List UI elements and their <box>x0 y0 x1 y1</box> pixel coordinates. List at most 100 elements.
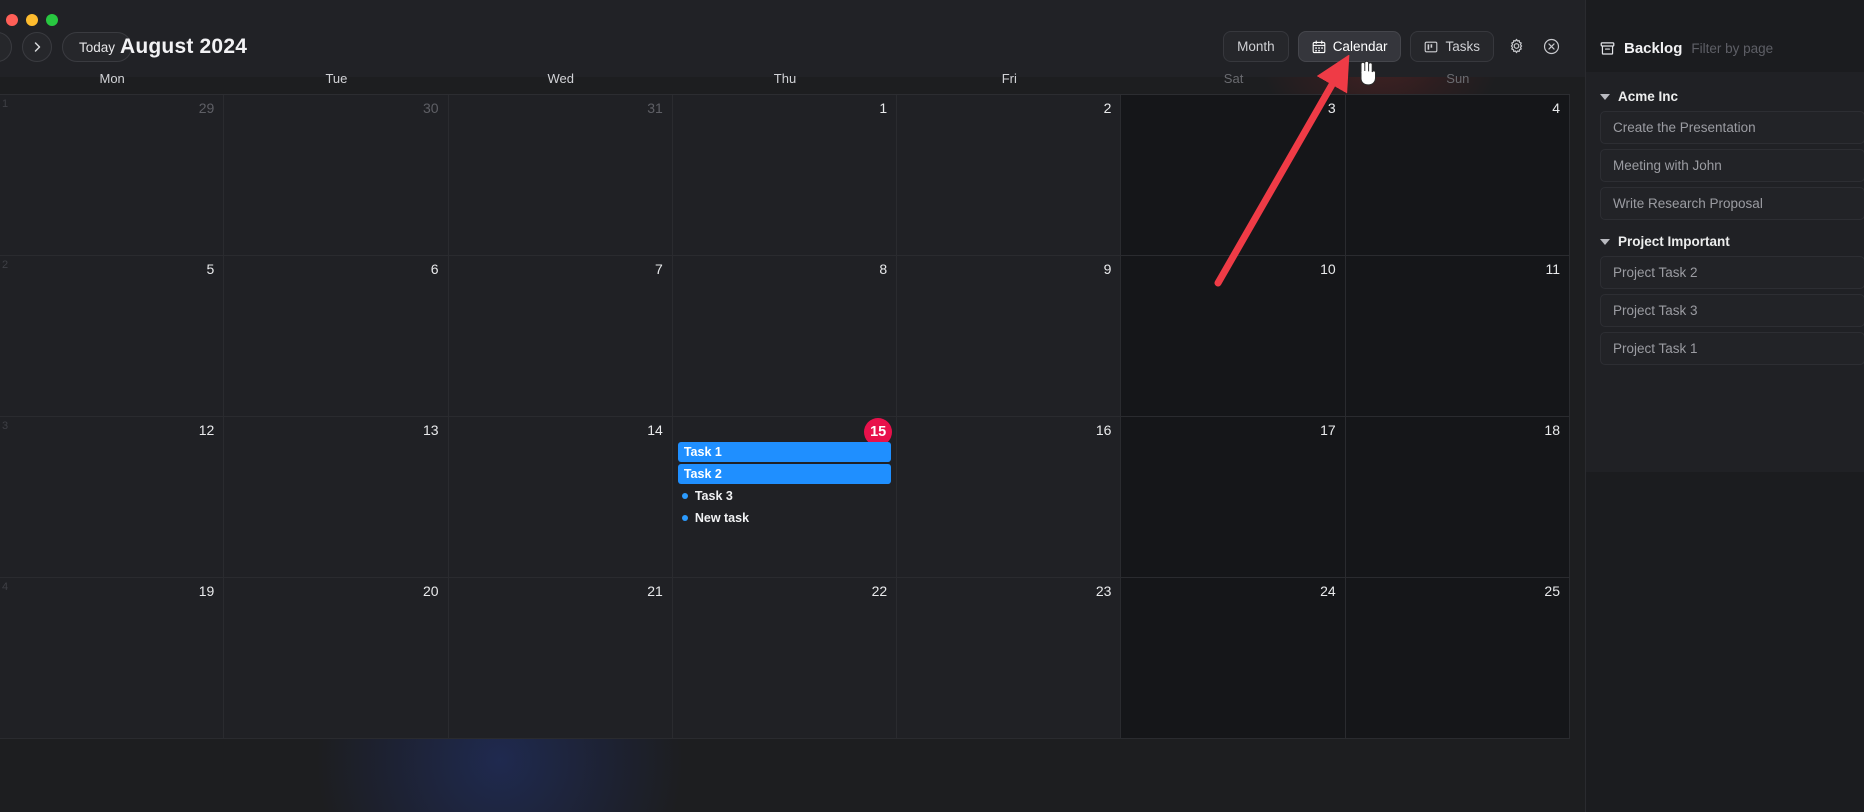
day-number: 2 <box>1103 100 1112 116</box>
day-number: 22 <box>871 583 888 599</box>
day-number: 18 <box>1544 422 1560 438</box>
calendar-day-cell[interactable]: 31 <box>448 95 673 256</box>
calendar-icon <box>1312 39 1326 53</box>
calendar-day-cell[interactable]: 25 <box>1345 578 1570 739</box>
calendar-day-cell[interactable]: 18 <box>1345 417 1570 578</box>
calendar-day-cell[interactable]: 10 <box>1121 256 1346 417</box>
calendar-day-cell[interactable]: 6 <box>224 256 449 417</box>
calendar-day-cell[interactable]: 1 <box>672 95 898 256</box>
calendar-day-cell[interactable]: 30 <box>224 95 449 256</box>
backlog-group-header[interactable]: Acme Inc <box>1586 80 1864 111</box>
weekday-label-tue: Tue <box>325 70 348 86</box>
day-number: 12 <box>198 422 215 438</box>
calendar-day-cell[interactable]: 11 <box>1345 256 1570 417</box>
day-number: 21 <box>647 583 663 599</box>
calendar-day-cell[interactable]: 4 <box>1345 95 1570 256</box>
view-month-button[interactable]: Month <box>1223 31 1289 62</box>
day-number: 13 <box>422 422 439 438</box>
weekday-label-fri: Fri <box>1001 70 1017 86</box>
calendar-event-item[interactable]: New task <box>678 508 891 528</box>
view-tasks-label: Tasks <box>1445 39 1480 54</box>
calendar-day-cell[interactable]: 9 <box>897 256 1122 417</box>
close-panel-button[interactable] <box>1538 34 1564 60</box>
week-number: 1 <box>2 98 9 110</box>
day-number: 17 <box>1320 422 1336 438</box>
calendar-day-cell[interactable]: 3 <box>1121 95 1346 256</box>
view-calendar-button[interactable]: Calendar <box>1297 31 1402 62</box>
view-controls: Month Calendar Tasks <box>1223 31 1564 62</box>
week-number: 2 <box>2 259 9 271</box>
calendar-event-label: New task <box>694 511 750 525</box>
calendar-day-cell[interactable]: 14 <box>448 417 673 578</box>
board-icon <box>1425 41 1438 52</box>
next-month-button[interactable] <box>22 32 52 62</box>
day-number: 3 <box>1327 100 1336 116</box>
weekday-label-wed: Wed <box>547 70 574 86</box>
backlog-item[interactable]: Create the Presentation <box>1600 111 1864 144</box>
weekday-label-sat: Sat <box>1223 70 1244 86</box>
weekday-label-thu: Thu <box>773 70 797 86</box>
close-circle-icon <box>1543 38 1559 55</box>
day-number: 25 <box>1544 583 1560 599</box>
backlog-filter-input[interactable] <box>1691 40 1822 56</box>
calendar-day-cell[interactable]: 21 <box>448 578 673 739</box>
calendar-event-block[interactable]: Task 1 <box>677 442 892 462</box>
calendar-day-cell[interactable]: 8 <box>672 256 898 417</box>
backlog-header: Backlog <box>1586 34 1864 62</box>
chevron-down-icon <box>1600 93 1610 100</box>
calendar-day-cell[interactable]: 17 <box>1121 417 1346 578</box>
calendar-event-block[interactable]: Task 2 <box>677 464 892 484</box>
calendar-day-cell[interactable]: 13 <box>224 417 449 578</box>
calendar-day-cell[interactable]: 2 <box>897 95 1122 256</box>
backlog-item[interactable]: Meeting with John <box>1600 149 1864 182</box>
calendar-month-grid: 1 29 30 31 1 2 3 4 2 5 6 7 8 9 10 11 3 12 13 14 15 Task 1 Task… <box>0 95 1570 812</box>
day-number: 29 <box>198 100 215 116</box>
backlog-item[interactable]: Project Task 3 <box>1600 294 1864 327</box>
day-number: 10 <box>1320 261 1336 277</box>
window-traffic-lights <box>6 14 58 26</box>
day-number: 4 <box>1552 100 1560 116</box>
backlog-group-header[interactable]: Project Important <box>1586 225 1864 256</box>
day-number: 19 <box>198 583 215 599</box>
event-dot-icon <box>681 493 688 499</box>
backlog-item[interactable]: Write Research Proposal <box>1600 187 1864 220</box>
calendar-event-label: Task 3 <box>694 489 733 503</box>
calendar-day-cell[interactable]: 24 <box>1121 578 1346 739</box>
day-number: 1 <box>879 100 888 116</box>
day-number: 24 <box>1320 583 1336 599</box>
previous-month-button[interactable] <box>0 32 12 62</box>
day-number: 6 <box>430 261 439 277</box>
day-number: 5 <box>206 261 215 277</box>
day-number: 20 <box>422 583 439 599</box>
calendar-day-cell[interactable]: 4 19 <box>0 578 225 739</box>
minimize-window-button[interactable] <box>26 14 38 26</box>
weekday-label-sun: Sun <box>1446 70 1470 86</box>
backlog-item[interactable]: Project Task 2 <box>1600 256 1864 289</box>
calendar-day-cell[interactable]: 15 Task 1 Task 2 Task 3 New task <box>672 417 898 578</box>
close-window-button[interactable] <box>6 14 18 26</box>
calendar-day-cell[interactable]: 16 <box>897 417 1122 578</box>
chevron-right-icon <box>34 42 41 52</box>
calendar-day-cell[interactable]: 23 <box>897 578 1122 739</box>
calendar-day-cell[interactable]: 3 12 <box>0 417 225 578</box>
day-number: 7 <box>655 261 663 277</box>
zoom-window-button[interactable] <box>46 14 58 26</box>
chevron-down-icon <box>1600 238 1610 245</box>
archive-icon <box>1600 41 1615 55</box>
backlog-groups-list: Acme Inc Create the Presentation Meeting w… <box>1586 72 1864 472</box>
calendar-day-cell[interactable]: 25 <box>0 256 225 417</box>
calendar-event-item[interactable]: Task 3 <box>678 486 891 506</box>
calendar-day-cell[interactable]: 22 <box>672 578 898 739</box>
backlog-item[interactable]: Project Task 1 <box>1600 332 1864 365</box>
weekday-label-mon: Mon <box>99 70 125 86</box>
calendar-day-cell[interactable]: 7 <box>448 256 673 417</box>
view-tasks-button[interactable]: Tasks <box>1410 31 1494 62</box>
settings-button[interactable] <box>1503 34 1529 60</box>
weekday-header-row: Mon Tue Wed Thu Fri Sat Sun <box>0 62 1570 95</box>
calendar-day-cell[interactable]: 1 29 <box>0 95 225 256</box>
calendar-app: Today August 2024 Month Calendar Tasks M… <box>0 0 1864 812</box>
backlog-group-label: Project Important <box>1618 234 1730 249</box>
calendar-day-cell[interactable]: 20 <box>224 578 449 739</box>
day-number: 8 <box>879 261 888 277</box>
week-number: 4 <box>2 581 9 593</box>
